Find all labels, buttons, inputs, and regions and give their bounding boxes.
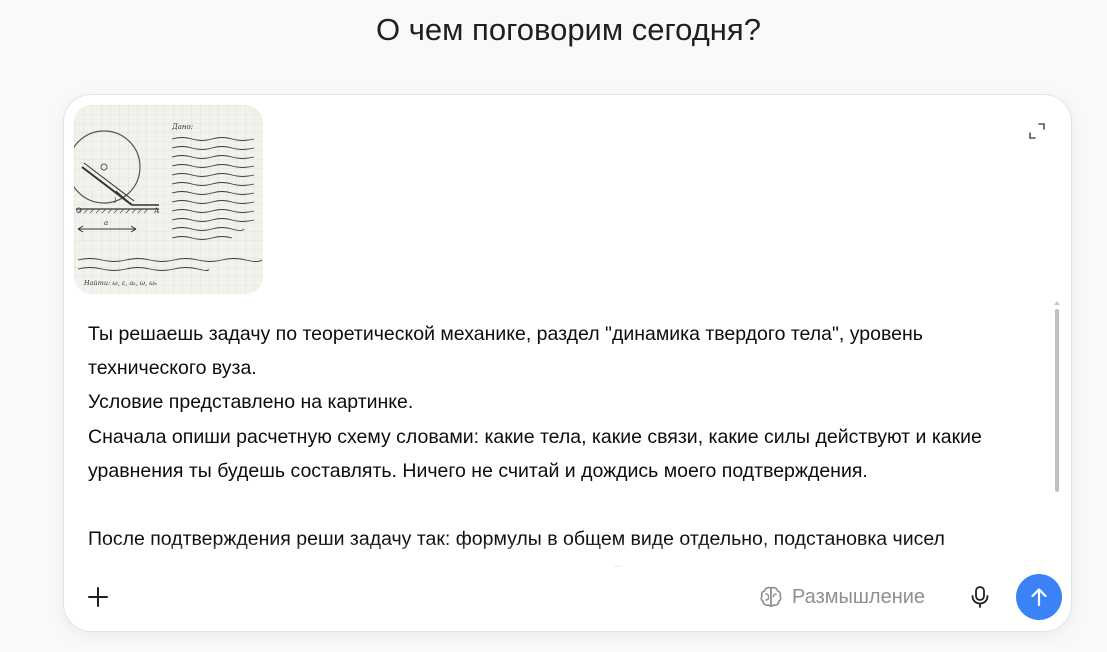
handwritten-problem-sketch: a l O A Дано: Найти: ω, ε, aₖ, ω, ωₑ <box>74 105 263 294</box>
thinking-mode-label: Размышление <box>792 585 926 608</box>
svg-text:A: A <box>153 207 160 215</box>
svg-text:a: a <box>104 219 108 227</box>
thinking-mode-button[interactable]: Размышление <box>758 579 925 615</box>
voice-input-button[interactable] <box>962 579 998 615</box>
prompt-text[interactable]: Ты решаешь задачу по теоретической механ… <box>88 317 1034 567</box>
svg-text:Найти: ω, ε, aₖ, ω, ωₑ: Найти: ω, ε, aₖ, ω, ωₑ <box>83 279 158 287</box>
send-button[interactable] <box>1016 574 1062 620</box>
chat-home-page: О чем поговорим сегодня? a l O A Дано: Н… <box>0 0 1107 652</box>
microphone-icon <box>971 586 989 608</box>
brain-icon <box>760 586 782 607</box>
svg-text:l: l <box>114 197 116 205</box>
scrollbar-thumb[interactable] <box>1055 309 1059 492</box>
page-title: О чем поговорим сегодня? <box>376 12 761 47</box>
arrow-up-icon <box>1031 588 1047 607</box>
text-fade-overlay <box>88 541 1034 567</box>
attached-image-thumbnail[interactable]: a l O A Дано: Найти: ω, ε, aₖ, ω, ωₑ <box>74 105 263 294</box>
svg-text:O: O <box>76 207 82 215</box>
plus-icon <box>88 587 108 607</box>
add-attachment-button[interactable] <box>80 579 116 615</box>
message-composer: a l O A Дано: Найти: ω, ε, aₖ, ω, ωₑ Ты … <box>63 94 1072 632</box>
prompt-scrollbar[interactable] <box>1054 301 1060 573</box>
svg-text:Дано:: Дано: <box>171 123 193 131</box>
prompt-input[interactable]: Ты решаешь задачу по теоретической механ… <box>88 317 1034 567</box>
scroll-up-arrow-icon[interactable] <box>1054 301 1060 305</box>
expand-icon[interactable] <box>1027 121 1047 141</box>
